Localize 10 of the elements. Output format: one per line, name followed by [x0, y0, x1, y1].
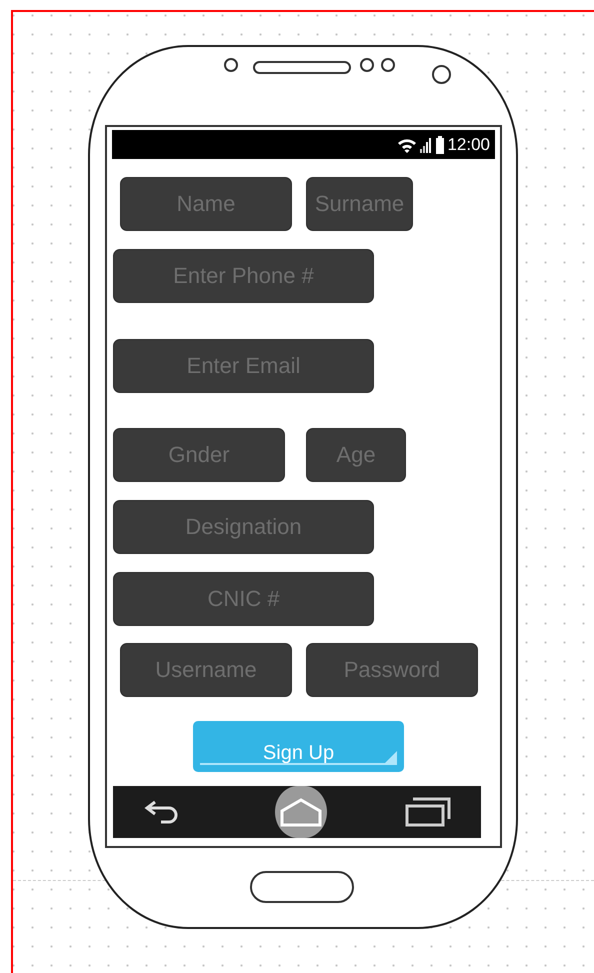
signal-icon	[420, 136, 434, 152]
status-time: 12:00	[447, 136, 490, 153]
corner-triangle-icon	[383, 751, 397, 765]
sign-up-button[interactable]: Sign Up	[193, 721, 404, 772]
home-icon[interactable]	[275, 786, 327, 838]
home-button[interactable]	[250, 871, 354, 903]
battery-icon	[436, 136, 444, 154]
speaker-icon	[253, 61, 351, 74]
recent-apps-icon[interactable]	[405, 797, 451, 827]
wifi-icon	[397, 136, 418, 152]
